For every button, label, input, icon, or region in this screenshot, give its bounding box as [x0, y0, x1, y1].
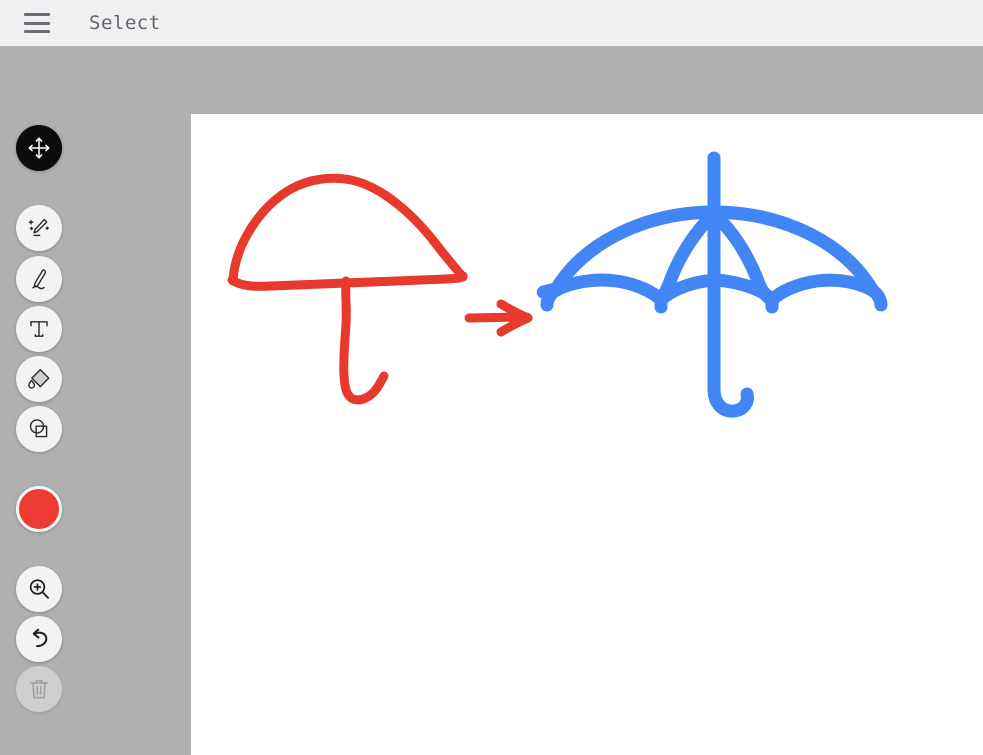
- tool-pen[interactable]: [16, 256, 62, 302]
- tool-move[interactable]: [16, 125, 62, 171]
- drawing-canvas[interactable]: [191, 114, 983, 755]
- paint-bucket-icon: [28, 368, 50, 389]
- tool-shapes[interactable]: [16, 406, 62, 452]
- hamburger-line: [24, 21, 50, 25]
- magic-pencil-icon: [28, 218, 50, 237]
- tool-sidebar: [0, 46, 191, 755]
- page-title: Select: [89, 12, 161, 34]
- text-t-icon: [30, 321, 48, 337]
- zoom-button[interactable]: [16, 566, 62, 612]
- header-bar: Select: [0, 0, 983, 46]
- move-arrows-icon: [28, 137, 50, 159]
- app-window: Select: [0, 0, 983, 755]
- undo-arrow-icon: [32, 628, 48, 648]
- hamburger-menu-icon[interactable]: [24, 13, 50, 33]
- zoom-in-icon: [29, 579, 49, 599]
- delete-button[interactable]: [16, 666, 62, 712]
- tool-text[interactable]: [16, 306, 62, 352]
- tool-fill[interactable]: [16, 356, 62, 402]
- blue-umbrella-icon: [536, 151, 888, 418]
- pen-icon: [32, 269, 47, 290]
- hamburger-line: [24, 13, 50, 16]
- shapes-icon: [29, 419, 48, 438]
- color-swatch[interactable]: [16, 486, 62, 532]
- red-arrow: [464, 299, 533, 337]
- tool-magic-draw[interactable]: [16, 205, 62, 251]
- trash-icon: [30, 680, 48, 699]
- red-umbrella-sketch: [227, 173, 468, 405]
- hamburger-line: [24, 30, 50, 33]
- undo-button[interactable]: [16, 616, 62, 662]
